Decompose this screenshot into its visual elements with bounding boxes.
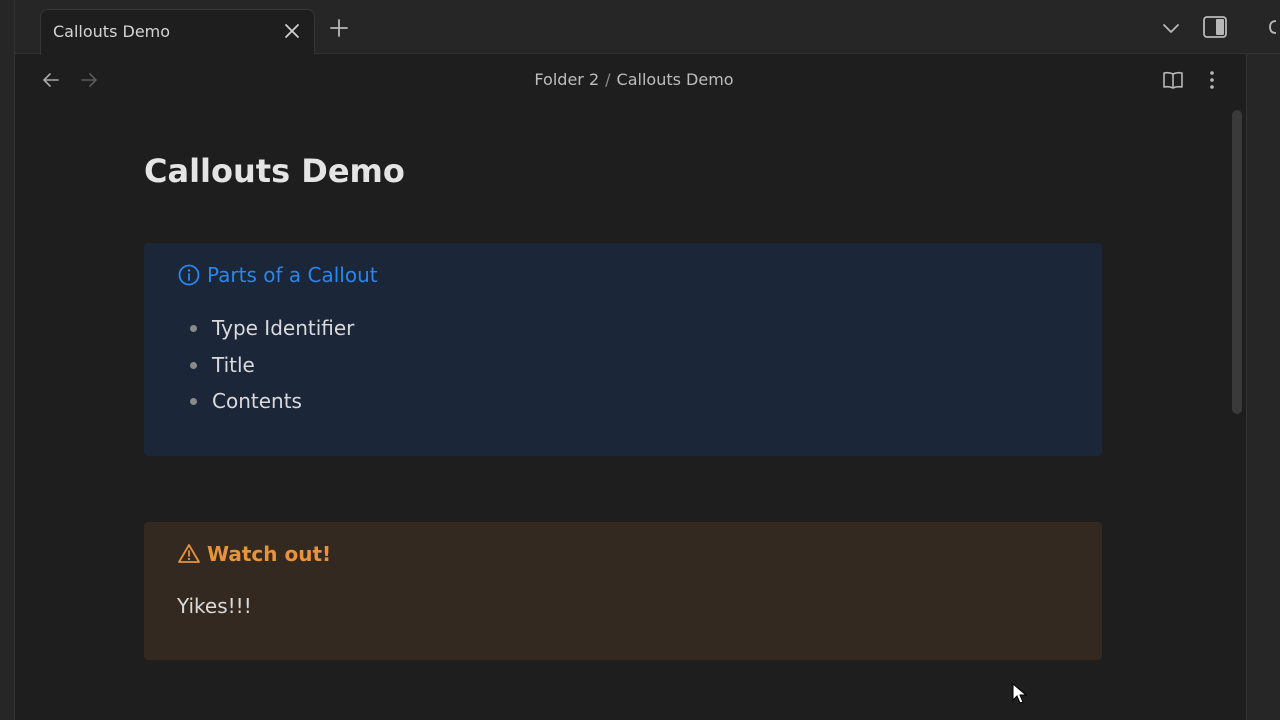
warning-icon (177, 542, 201, 566)
callout-list: Type Identifier Title Contents (190, 315, 354, 425)
close-icon[interactable] (282, 21, 302, 41)
tab-title: Callouts Demo (53, 22, 171, 41)
callout-title: Parts of a Callout (207, 263, 378, 287)
callout-info: Parts of a Callout Type Identifier Title… (144, 243, 1102, 456)
breadcrumb-separator: / (605, 70, 611, 89)
list-item: Type Identifier (190, 315, 354, 352)
tab-callouts-demo[interactable]: Callouts Demo (40, 9, 315, 55)
more-vertical-icon[interactable] (1200, 68, 1224, 92)
sidebar-toggle-icon[interactable] (1201, 14, 1229, 40)
right-sidebar-edge (1246, 54, 1280, 720)
breadcrumb-folder[interactable]: Folder 2 (534, 70, 599, 89)
book-open-icon[interactable] (1161, 68, 1185, 92)
app-window: Callouts Demo Folder 2 / Callouts Demo Cal… (0, 0, 1280, 720)
callout-warning: Watch out! Yikes!!! (144, 522, 1102, 660)
callout-header[interactable]: Watch out! (177, 542, 331, 566)
scrollbar-thumb[interactable] (1232, 110, 1242, 414)
chevron-down-icon[interactable] (1160, 17, 1182, 39)
tab-bar: Callouts Demo (0, 0, 1280, 55)
plus-icon[interactable] (328, 17, 350, 39)
list-item: Title (190, 352, 354, 389)
link-icon[interactable] (1262, 14, 1280, 40)
callout-title: Watch out! (207, 542, 332, 566)
left-ribbon (0, 0, 15, 720)
list-item: Contents (190, 388, 354, 425)
callout-header[interactable]: Parts of a Callout (177, 263, 378, 287)
mouse-cursor-icon (1012, 682, 1028, 705)
callout-body: Yikes!!! (177, 594, 252, 618)
breadcrumb-note[interactable]: Callouts Demo (617, 70, 734, 89)
info-icon (177, 263, 201, 287)
page-title: Callouts Demo (144, 152, 405, 190)
breadcrumb: Folder 2 / Callouts Demo (0, 70, 1268, 89)
